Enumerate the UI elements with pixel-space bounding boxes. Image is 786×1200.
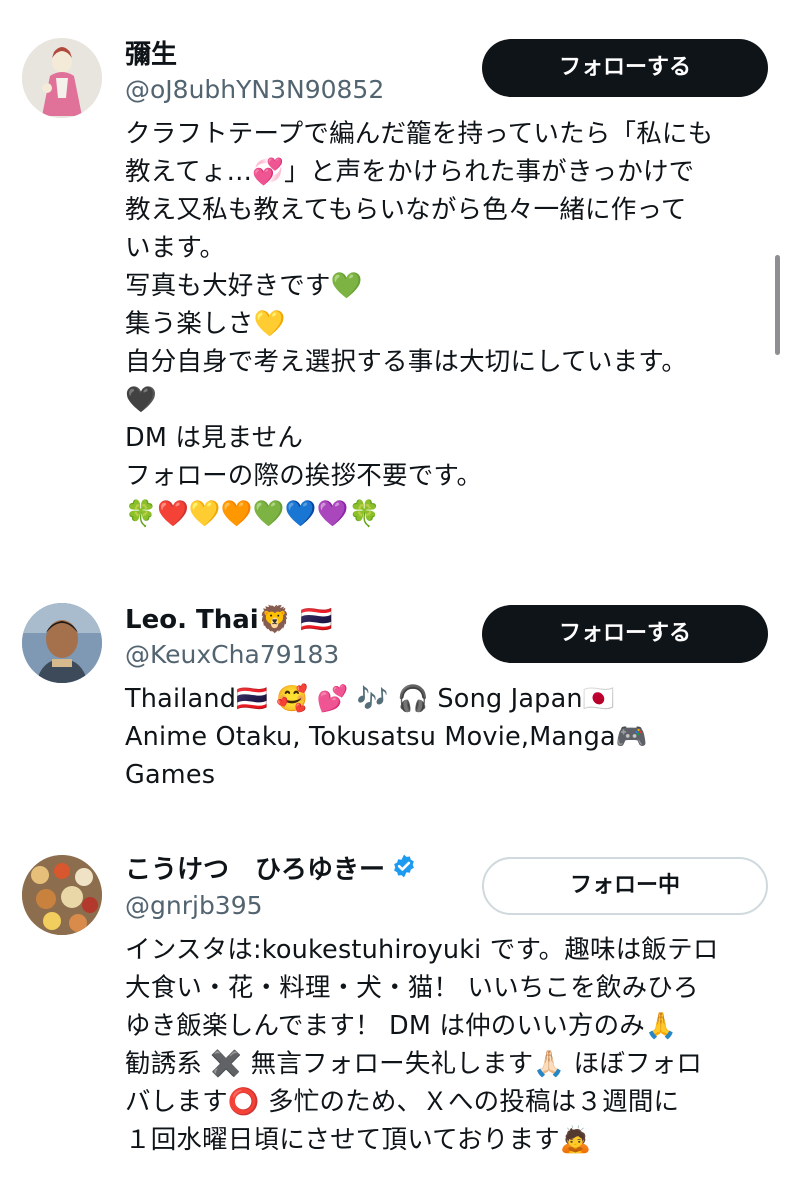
user-bio: Thailand🇹🇭 🥰 💕 🎶 🎧 Song Japan🇯🇵 Anime Ot… bbox=[125, 684, 648, 790]
following-button[interactable]: フォロー中 bbox=[482, 857, 768, 915]
avatar[interactable] bbox=[22, 603, 102, 683]
display-name[interactable]: 彌生 bbox=[125, 38, 177, 72]
user-handle[interactable]: @oJ8ubhYN3N90852 bbox=[125, 74, 384, 106]
display-name[interactable]: こうけつ ひろゆきー bbox=[125, 853, 417, 888]
scrollbar[interactable] bbox=[775, 255, 780, 355]
user-handle[interactable]: @gnrjb395 bbox=[125, 890, 263, 922]
avatar[interactable] bbox=[22, 38, 102, 118]
avatar[interactable] bbox=[22, 855, 102, 935]
display-name[interactable]: Leo. Thai🦁 🇹🇭 bbox=[125, 603, 333, 637]
follow-button[interactable]: フォローする bbox=[482, 39, 768, 97]
user-bio: クラフトテープで編んだ籠を持っていたら「私にも 教えてょ…💞」と声をかけられた事… bbox=[125, 119, 714, 529]
follow-button[interactable]: フォローする bbox=[482, 605, 768, 663]
user-bio: インスタは:koukestuhiroyuki です。趣味は飯テロ 大食い・花・料… bbox=[125, 935, 719, 1155]
display-name-text: こうけつ ひろゆきー bbox=[125, 855, 386, 885]
verified-badge-icon bbox=[391, 853, 417, 888]
user-handle[interactable]: @KeuxCha79183 bbox=[125, 639, 339, 671]
